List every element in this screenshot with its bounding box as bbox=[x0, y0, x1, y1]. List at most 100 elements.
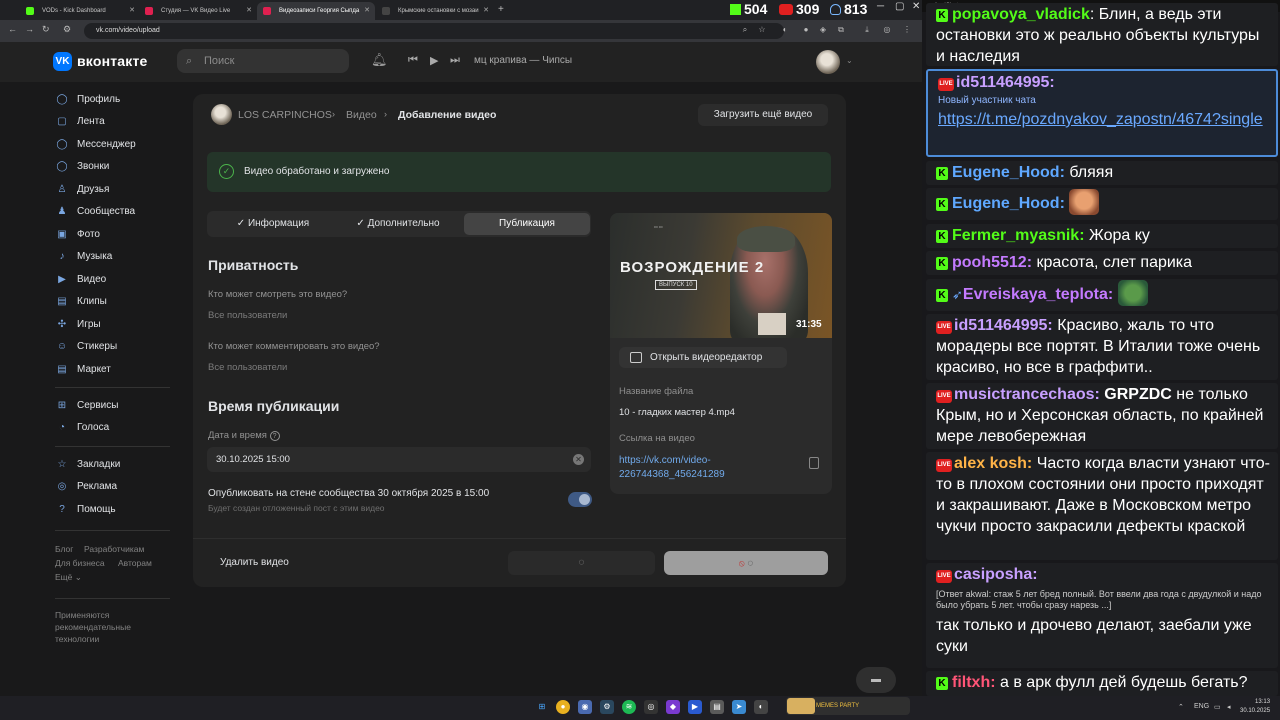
sidebar-item-communities[interactable]: ♟ Сообщества bbox=[55, 205, 136, 219]
chat-bubble-icon[interactable]: ▬ bbox=[856, 667, 896, 693]
browser-tab-vk-studio[interactable]: Студия — VK Видео Live ✕ bbox=[139, 2, 257, 20]
publish-button-loading[interactable]: ⦸ ◌ bbox=[664, 551, 828, 575]
forward-icon[interactable]: → bbox=[25, 24, 34, 34]
extensions-icon[interactable]: ⧉ bbox=[836, 25, 846, 35]
maximize-icon[interactable]: ▢ bbox=[895, 1, 904, 12]
extension-icon[interactable]: ● bbox=[801, 25, 811, 35]
steam-icon[interactable]: ⚙ bbox=[600, 700, 614, 714]
bookmark-star-icon[interactable]: ☆ bbox=[757, 25, 767, 35]
tray-chevron-icon[interactable]: ⌃ bbox=[1178, 703, 1184, 711]
chrome-icon[interactable]: ● bbox=[556, 700, 570, 714]
chat-username[interactable]: Fermer_myasnik: bbox=[952, 227, 1085, 244]
footer-link-more[interactable]: Ещё ⌄ bbox=[55, 572, 82, 583]
sidebar-item-votes[interactable]: ◔ Голоса bbox=[55, 421, 109, 435]
upload-more-button[interactable]: Загрузить ещё видео bbox=[698, 104, 828, 126]
site-info-icon[interactable]: ⚙ bbox=[63, 24, 71, 35]
app-icon[interactable]: ◎ bbox=[644, 700, 658, 714]
app-icon[interactable]: ◐ bbox=[754, 700, 768, 714]
next-track-icon[interactable]: ⏭︎ bbox=[450, 54, 460, 67]
chat-username[interactable]: pooh5512: bbox=[952, 254, 1032, 271]
who-can-comment-select[interactable]: Все пользователи bbox=[208, 362, 287, 373]
sidebar-item-market[interactable]: ▤ Маркет bbox=[55, 363, 111, 377]
chat-username[interactable]: alex kosh: bbox=[954, 455, 1032, 472]
browser-tab-crimea[interactable]: Крымские остановки с мозаи ✕ bbox=[376, 2, 494, 20]
tab-publication[interactable]: Публикация bbox=[464, 213, 590, 235]
new-tab-button[interactable]: + bbox=[498, 2, 504, 18]
profile-icon[interactable]: ◎ bbox=[882, 25, 892, 35]
windows-start-icon[interactable]: ⊞ bbox=[535, 700, 549, 714]
browser-tab-kick[interactable]: VODs - Kick Dashboard ✕ bbox=[20, 2, 140, 20]
sidebar-item-clips[interactable]: ▤ Клипы bbox=[55, 295, 107, 309]
reload-icon[interactable]: ↻ bbox=[42, 24, 50, 35]
sidebar-item-games[interactable]: ✣ Игры bbox=[55, 318, 101, 332]
tab-info[interactable]: ✓ Информация bbox=[215, 213, 331, 235]
video-thumbnail[interactable]: ▭ ▭ ВОЗРОЖДЕНИЕ 2 ВЫПУСК 10 31:35 bbox=[610, 213, 832, 338]
minimize-icon[interactable]: ─ bbox=[877, 1, 884, 12]
sidebar-item-services[interactable]: ⊞ Сервисы bbox=[55, 399, 119, 413]
address-bar[interactable]: vk.com/video/upload bbox=[84, 23, 784, 39]
close-tab-icon[interactable]: ✕ bbox=[483, 2, 489, 20]
sidebar-item-ads[interactable]: ◎ Реклама bbox=[55, 480, 118, 494]
save-button-loading[interactable]: ◌ bbox=[508, 551, 655, 575]
notifications-bell-icon[interactable]: 🔔︎ bbox=[371, 52, 388, 68]
video-link[interactable]: https://vk.com/video- 226744368_456241289 bbox=[619, 454, 725, 482]
chat-username[interactable]: casiposha: bbox=[954, 566, 1038, 583]
previous-track-icon[interactable]: ⏮︎ bbox=[408, 54, 418, 67]
sidebar-item-bookmarks[interactable]: ☆ Закладки bbox=[55, 458, 121, 472]
close-tab-icon[interactable]: ✕ bbox=[129, 2, 135, 20]
sidebar-item-calls[interactable]: ◯ Звонки bbox=[55, 160, 109, 174]
chat-username[interactable]: Eugene_Hood: bbox=[952, 195, 1065, 212]
open-video-editor-button[interactable]: Открыть видеоредактор bbox=[619, 347, 787, 368]
telegram-icon[interactable]: ➤ bbox=[732, 700, 746, 714]
network-icon[interactable]: ▭ bbox=[1214, 703, 1221, 711]
close-tab-icon[interactable]: ✕ bbox=[364, 2, 370, 20]
close-tab-icon[interactable]: ✕ bbox=[246, 2, 252, 20]
chat-username[interactable]: filtxh: bbox=[952, 674, 996, 691]
sidebar-item-stickers[interactable]: ☺ Стикеры bbox=[55, 340, 117, 354]
memes-party-widget[interactable]: MEMES PARTY bbox=[786, 697, 910, 715]
footer-link-blog[interactable]: Блог bbox=[55, 544, 73, 554]
now-playing-track[interactable]: мц крапива — Чипсы bbox=[474, 55, 572, 66]
app-icon[interactable]: ▤ bbox=[710, 700, 724, 714]
sidebar-item-music[interactable]: ♪ Музыка bbox=[55, 250, 113, 264]
spotify-icon[interactable]: ≋ bbox=[622, 700, 636, 714]
footer-link-business[interactable]: Для бизнеса bbox=[55, 558, 105, 568]
sidebar-item-profile[interactable]: ◯ Профиль bbox=[55, 93, 120, 107]
download-icon[interactable]: ⤓ bbox=[862, 25, 872, 35]
zoom-icon[interactable]: ⌕ bbox=[740, 25, 750, 35]
copy-icon[interactable] bbox=[809, 457, 819, 469]
community-avatar[interactable] bbox=[211, 104, 232, 125]
app-icon[interactable]: ▶ bbox=[688, 700, 702, 714]
extension-icon[interactable]: ◐ bbox=[780, 25, 790, 35]
sidebar-item-photo[interactable]: ▣ Фото bbox=[55, 228, 100, 242]
publish-wall-toggle[interactable] bbox=[568, 492, 592, 507]
volume-icon[interactable]: ◂ bbox=[1227, 703, 1231, 711]
info-icon[interactable]: ? bbox=[269, 431, 280, 441]
chat-username[interactable]: id511464995: bbox=[956, 74, 1055, 91]
chat-username[interactable]: Eugene_Hood: bbox=[952, 164, 1065, 181]
play-icon[interactable]: ▶ bbox=[430, 54, 438, 67]
system-clock[interactable]: 13:13 30.10.2025 bbox=[1240, 698, 1270, 716]
sidebar-item-friends[interactable]: ♙ Друзья bbox=[55, 183, 110, 197]
sidebar-item-video[interactable]: ▶ Видео bbox=[55, 273, 106, 287]
who-can-view-select[interactable]: Все пользователи bbox=[208, 310, 287, 321]
extension-icon[interactable]: ◈ bbox=[818, 25, 828, 35]
chat-username[interactable]: popavoya_vladick bbox=[952, 6, 1090, 23]
close-window-icon[interactable]: ✕ bbox=[912, 1, 920, 12]
menu-icon[interactable]: ⋮ bbox=[902, 25, 912, 35]
discord-icon[interactable]: ◉ bbox=[578, 700, 592, 714]
chat-username[interactable]: Evreiskaya_teplota: bbox=[963, 286, 1113, 303]
back-icon[interactable]: ← bbox=[8, 24, 17, 34]
vk-brand-name[interactable]: вконтакте bbox=[77, 53, 148, 69]
sidebar-item-messenger[interactable]: ◯ Мессенджер bbox=[55, 138, 135, 152]
clear-icon[interactable]: ✕ bbox=[573, 454, 584, 465]
sidebar-item-feed[interactable]: ▢ Лента bbox=[55, 115, 104, 129]
breadcrumb-video[interactable]: Видео bbox=[346, 109, 377, 121]
vk-logo-icon[interactable]: VK bbox=[53, 52, 72, 71]
footer-link-authors[interactable]: Авторам bbox=[118, 558, 152, 568]
app-icon[interactable]: ◆ bbox=[666, 700, 680, 714]
tab-advanced[interactable]: ✓ Дополнительно bbox=[335, 213, 461, 235]
search-input[interactable]: ⌕ Поиск bbox=[177, 49, 349, 73]
chat-link[interactable]: https://t.me/pozdnyakov_zapostn/4674?sin… bbox=[938, 109, 1268, 130]
chevron-down-icon[interactable]: ⌄ bbox=[846, 56, 853, 65]
